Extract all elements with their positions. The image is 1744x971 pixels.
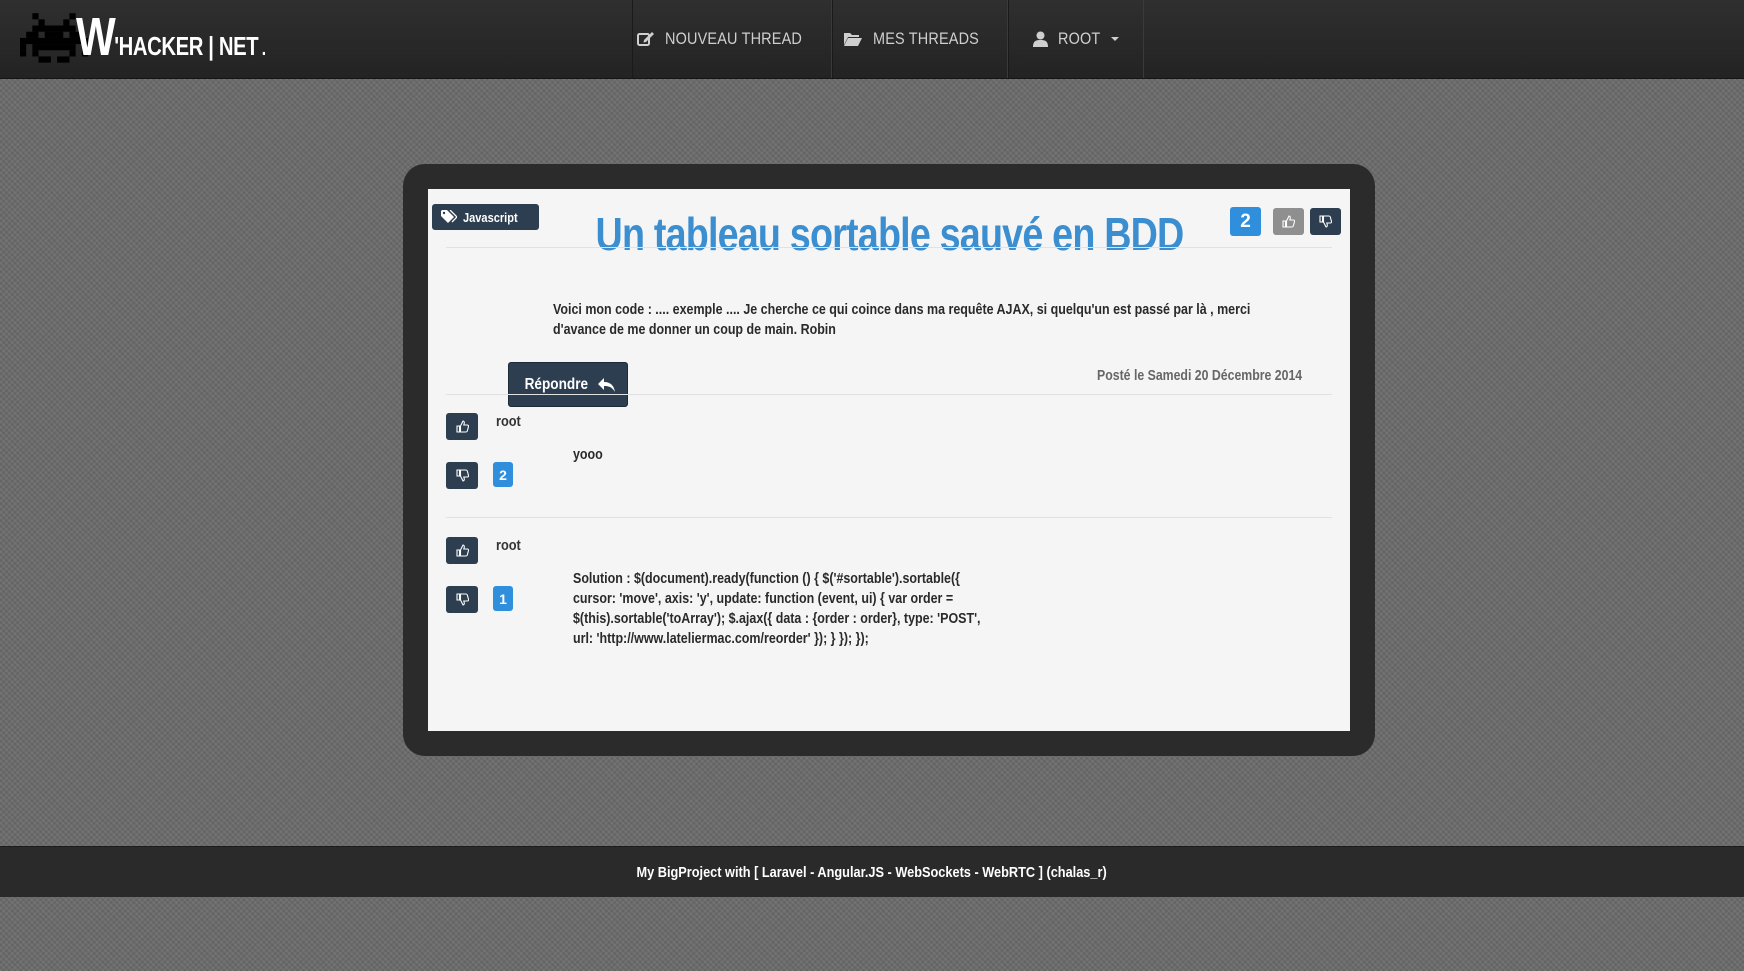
thread-body-text: Voici mon code : .... exemple .... Je ch… — [553, 302, 1251, 338]
posted-date-text: Posté le Samedi 20 Décembre 2014 — [1096, 367, 1302, 384]
thread-title: Un tableau sortable sauvé en BDD — [428, 207, 1350, 261]
reply-downvote-button[interactable] — [446, 462, 478, 489]
reply-text-content: Solution : $(document).ready(function ()… — [573, 571, 981, 647]
reply-text-content: yooo — [573, 447, 603, 463]
nav-user-menu[interactable]: ROOT — [1008, 0, 1144, 78]
thread-body: Voici mon code : .... exemple .... Je ch… — [553, 300, 1273, 340]
brand-name: 'HACKER | NET — [114, 31, 259, 61]
reply-text: Solution : $(document).ready(function ()… — [573, 569, 993, 649]
reply-button[interactable]: Répondre — [508, 362, 628, 407]
reply-score-badge: 1 — [493, 586, 513, 611]
reply-score-badge: 2 — [493, 462, 513, 487]
posted-date: Posté le Samedi 20 Décembre 2014 — [1052, 367, 1302, 384]
nav-my-threads-label: MES THREADS — [872, 29, 979, 48]
reply-upvote-button[interactable] — [446, 537, 478, 564]
thread-card: Javascript Un tableau sortable sauvé en … — [428, 189, 1350, 731]
main-nav: NOUVEAU THREAD MES THREADS ROOT — [632, 0, 1144, 78]
chevron-down-icon — [1110, 37, 1119, 41]
reply-author: root — [496, 537, 525, 554]
reply-icon — [598, 377, 616, 392]
thumbs-up-icon — [455, 544, 469, 557]
top-navbar: W'HACKER | NET . NOUVEAU THREAD MES THRE… — [0, 0, 1744, 79]
thumbs-up-icon — [1282, 215, 1295, 228]
page-footer: My BigProject with [ Laravel - Angular.J… — [0, 846, 1744, 897]
nav-user-label: ROOT — [1058, 29, 1101, 48]
divider — [446, 247, 1332, 248]
thread-title-text: Un tableau sortable sauvé en BDD — [595, 208, 1184, 260]
thumbs-down-icon — [1319, 215, 1332, 228]
user-icon — [1033, 31, 1049, 47]
nav-my-threads[interactable]: MES THREADS — [832, 0, 1008, 78]
edit-icon — [637, 32, 655, 46]
reply-downvote-button[interactable] — [446, 586, 478, 613]
reply-author-text: root — [496, 537, 521, 554]
divider — [446, 517, 1332, 518]
thread-score-badge: 2 — [1230, 207, 1261, 236]
brand-suffix: . — [261, 38, 267, 60]
folder-open-icon — [843, 33, 862, 46]
reply-upvote-button[interactable] — [446, 413, 478, 440]
reply-author: root — [496, 413, 525, 430]
thread-downvote-button[interactable] — [1310, 208, 1341, 235]
reply-text: yooo — [573, 445, 993, 465]
thumbs-down-icon — [455, 593, 469, 606]
divider — [446, 394, 1332, 395]
reply-author-text: root — [496, 413, 521, 430]
brand-letter: W — [76, 7, 116, 67]
thumbs-down-icon — [455, 469, 469, 482]
brand-wordmark[interactable]: W'HACKER | NET . — [76, 6, 266, 68]
footer-text: My BigProject with [ Laravel - Angular.J… — [636, 863, 1108, 881]
thread-upvote-button[interactable] — [1273, 208, 1304, 235]
thumbs-up-icon — [455, 420, 469, 433]
reply-button-label: Répondre — [524, 375, 588, 393]
nav-new-thread-label: NOUVEAU THREAD — [665, 29, 803, 48]
nav-new-thread[interactable]: NOUVEAU THREAD — [632, 0, 832, 78]
